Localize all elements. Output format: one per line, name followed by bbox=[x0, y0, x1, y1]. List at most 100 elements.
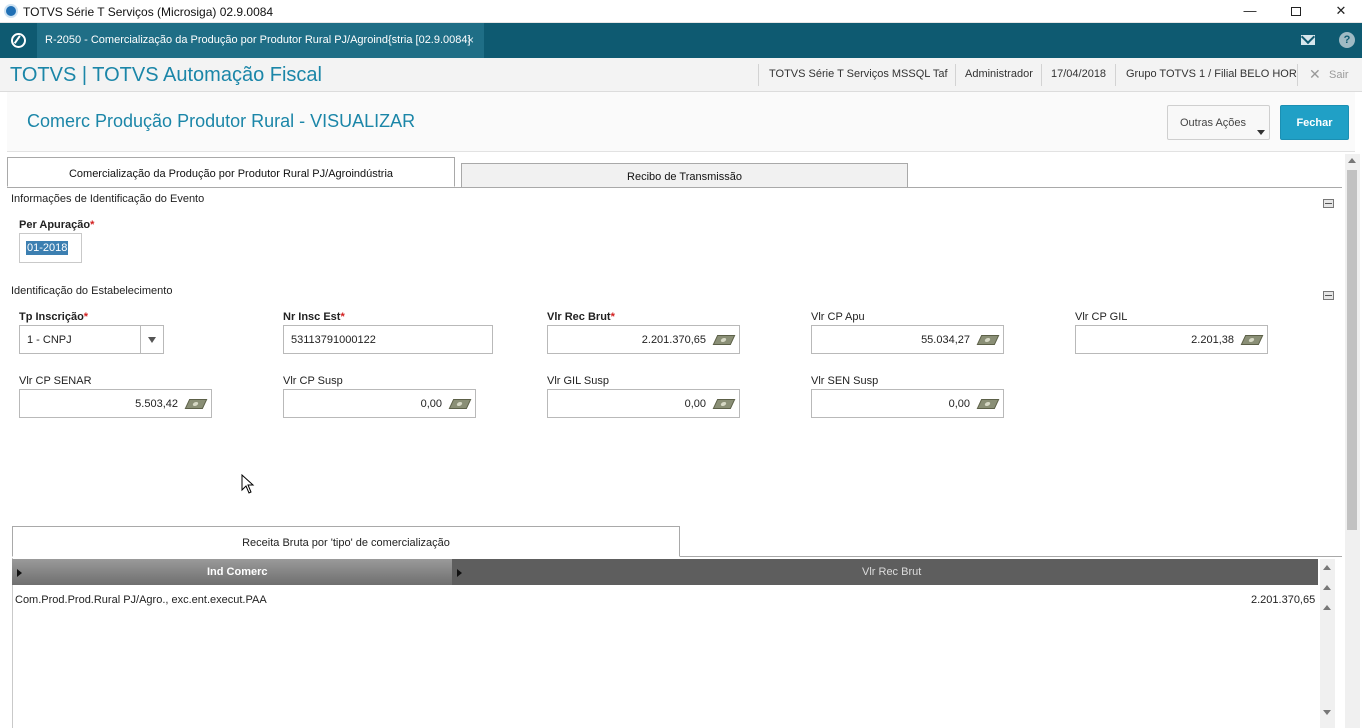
maximize-button[interactable] bbox=[1273, 0, 1319, 23]
vlr-cp-senar-input[interactable]: 5.503,42 bbox=[19, 389, 212, 418]
vlr-rec-brut-label-text: Vlr Rec Brut bbox=[547, 311, 611, 323]
other-actions-label: Outras Ações bbox=[1180, 116, 1247, 129]
vlr-gil-susp-value: 0,00 bbox=[684, 398, 706, 410]
section-establishment-title: Identificação do Estabelecimento bbox=[11, 285, 173, 297]
close-window-button[interactable]: ✕ bbox=[1318, 0, 1362, 23]
app-header: TOTVS | TOTVS Automação Fiscal TOTVS Sér… bbox=[0, 58, 1362, 92]
vlr-gil-susp-input[interactable]: 0,00 bbox=[547, 389, 740, 418]
home-button[interactable] bbox=[0, 23, 37, 58]
grid-cell-ind-comerc[interactable]: Com.Prod.Prod.Rural PJ/Agro., exc.ent.ex… bbox=[15, 594, 267, 606]
app-tab-label: R-2050 - Comercialização da Produção por… bbox=[45, 34, 471, 46]
tp-inscricao-label: Tp Inscrição* bbox=[19, 311, 88, 323]
restore-icon bbox=[1291, 7, 1301, 16]
vlr-cp-gil-label: Vlr CP GIL bbox=[1075, 311, 1128, 323]
nr-insc-est-label-text: Nr Insc Est bbox=[283, 311, 341, 323]
os-title-bar: TOTVS Série T Serviços (Microsiga) 02.9.… bbox=[0, 0, 1362, 23]
nr-insc-est-value: 53113791000122 bbox=[291, 334, 376, 346]
header-divider bbox=[1297, 64, 1298, 86]
window-title: TOTVS Série T Serviços (Microsiga) 02.9.… bbox=[23, 5, 274, 19]
power-icon bbox=[11, 33, 26, 48]
required-mark: * bbox=[340, 311, 345, 323]
vlr-cp-gil-input[interactable]: 2.201,38 bbox=[1075, 325, 1268, 354]
money-icon[interactable] bbox=[1240, 335, 1264, 345]
money-icon[interactable] bbox=[184, 399, 208, 409]
folder-tab-comercializacao[interactable]: Comercialização da Produção por Produtor… bbox=[7, 157, 455, 187]
vlr-sen-susp-input[interactable]: 0,00 bbox=[811, 389, 1004, 418]
environment-label: TOTVS Série T Serviços MSSQL Taf bbox=[769, 68, 948, 80]
header-divider bbox=[1115, 64, 1116, 86]
tp-inscricao-select[interactable]: 1 - CNPJ bbox=[19, 325, 164, 354]
money-icon[interactable] bbox=[976, 335, 1000, 345]
vlr-rec-brut-label: Vlr Rec Brut* bbox=[547, 311, 615, 323]
vlr-cp-susp-value: 0,00 bbox=[420, 398, 442, 410]
app-tab-bar: R-2050 - Comercialização da Produção por… bbox=[0, 23, 1362, 58]
grid-scrollbar[interactable] bbox=[1320, 559, 1335, 728]
money-icon[interactable] bbox=[976, 399, 1000, 409]
tab-receita-bruta[interactable]: Receita Bruta por 'tipo' de comercializa… bbox=[12, 526, 680, 557]
folder-tab-recibo[interactable]: Recibo de Transmissão bbox=[461, 163, 908, 188]
minimize-button[interactable]: — bbox=[1227, 0, 1273, 23]
vlr-cp-susp-label: Vlr CP Susp bbox=[283, 375, 343, 387]
required-mark: * bbox=[90, 219, 95, 231]
scroll-thumb[interactable] bbox=[1347, 170, 1357, 530]
column-marker-icon bbox=[17, 569, 22, 577]
scroll-up-icon[interactable] bbox=[1323, 605, 1331, 610]
column-header-ind-comerc[interactable]: Ind Comerc bbox=[207, 566, 268, 578]
vlr-sen-susp-value: 0,00 bbox=[948, 398, 970, 410]
scroll-top-icon[interactable] bbox=[1323, 565, 1331, 570]
header-divider bbox=[758, 64, 759, 86]
vlr-rec-brut-value: 2.201.370,65 bbox=[641, 334, 706, 346]
exit-icon[interactable]: ✕ bbox=[1309, 66, 1321, 83]
nr-insc-est-label: Nr Insc Est* bbox=[283, 311, 345, 323]
grid-cell-vlr-rec-brut[interactable]: 2.201.370,65 bbox=[1251, 594, 1315, 606]
vlr-cp-apu-value: 55.034,27 bbox=[921, 334, 970, 346]
scroll-up-icon[interactable] bbox=[1348, 158, 1356, 163]
section-event-title: Informações de Identificação do Evento bbox=[11, 193, 205, 205]
vlr-cp-senar-value: 5.503,42 bbox=[135, 398, 178, 410]
vlr-cp-apu-input[interactable]: 55.034,27 bbox=[811, 325, 1004, 354]
nr-insc-est-input[interactable]: 53113791000122 bbox=[283, 325, 493, 354]
app-name: TOTVS | TOTVS Automação Fiscal bbox=[10, 64, 322, 86]
scroll-down-icon[interactable] bbox=[1323, 710, 1331, 715]
vlr-rec-brut-input[interactable]: 2.201.370,65 bbox=[547, 325, 740, 354]
period-label: Per Apuração* bbox=[19, 219, 94, 231]
page-scrollbar[interactable] bbox=[1345, 154, 1360, 728]
money-icon[interactable] bbox=[448, 399, 472, 409]
page-title: Comerc Produção Produtor Rural - VISUALI… bbox=[27, 111, 416, 131]
money-icon[interactable] bbox=[712, 335, 736, 345]
date-label: 17/04/2018 bbox=[1051, 68, 1107, 80]
vlr-sen-susp-label: Vlr SEN Susp bbox=[811, 375, 879, 387]
period-input[interactable]: 01-2018 bbox=[19, 233, 82, 263]
close-button[interactable]: Fechar bbox=[1280, 105, 1349, 140]
app-tab-r2050[interactable]: R-2050 - Comercialização da Produção por… bbox=[37, 23, 484, 58]
money-icon[interactable] bbox=[712, 399, 736, 409]
caret-down-icon bbox=[1257, 130, 1265, 135]
chevron-down-icon[interactable] bbox=[140, 326, 163, 353]
required-mark: * bbox=[83, 311, 89, 323]
tab-close-icon[interactable]: × bbox=[467, 33, 474, 47]
page-title-bar: Comerc Produção Produtor Rural - VISUALI… bbox=[7, 92, 1355, 152]
app-window: TOTVS Série T Serviços (Microsiga) 02.9.… bbox=[0, 0, 1362, 728]
header-divider bbox=[955, 64, 956, 86]
column-marker-icon bbox=[457, 569, 462, 577]
other-actions-button[interactable]: Outras Ações bbox=[1167, 105, 1270, 140]
period-value: 01-2018 bbox=[26, 241, 69, 255]
help-icon[interactable]: ? bbox=[1339, 32, 1355, 48]
totvs-logo-icon bbox=[4, 4, 18, 18]
mouse-cursor-shape bbox=[241, 474, 255, 494]
required-mark: * bbox=[610, 311, 615, 323]
header-divider bbox=[1041, 64, 1042, 86]
column-header-vlr-rec-brut[interactable]: Vlr Rec Brut bbox=[862, 566, 921, 578]
vlr-cp-susp-input[interactable]: 0,00 bbox=[283, 389, 476, 418]
branch-label: Grupo TOTVS 1 / Filial BELO HOR bbox=[1126, 68, 1297, 80]
mail-icon[interactable] bbox=[1301, 35, 1315, 45]
tp-inscricao-value: 1 - CNPJ bbox=[27, 334, 72, 346]
vlr-cp-apu-label: Vlr CP Apu bbox=[811, 311, 865, 323]
exit-link[interactable]: Sair bbox=[1329, 69, 1349, 81]
period-label-text: Per Apuração bbox=[19, 219, 91, 231]
vlr-cp-gil-value: 2.201,38 bbox=[1191, 334, 1234, 346]
scroll-page-up-icon[interactable] bbox=[1323, 585, 1331, 590]
collapse-icon[interactable] bbox=[1323, 199, 1334, 208]
collapse-icon[interactable] bbox=[1323, 291, 1334, 300]
vlr-cp-senar-label: Vlr CP SENAR bbox=[19, 375, 92, 387]
